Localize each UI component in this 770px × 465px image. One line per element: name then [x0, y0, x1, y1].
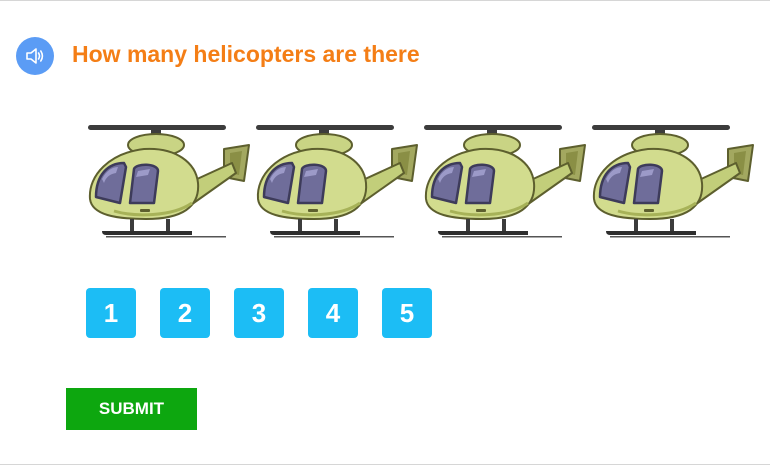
question-text: How many helicopters are there — [72, 41, 420, 67]
option-5-button[interactable]: 5 — [382, 288, 432, 338]
option-1-button[interactable]: 1 — [86, 288, 136, 338]
helicopter-icon — [252, 119, 422, 244]
helicopter-icon — [84, 119, 254, 244]
speaker-button[interactable] — [16, 37, 54, 75]
option-4-button[interactable]: 4 — [308, 288, 358, 338]
helicopter-icon — [588, 119, 758, 244]
speaker-icon — [26, 48, 44, 64]
helicopter-icon — [420, 119, 590, 244]
helicopter-group — [84, 119, 764, 244]
quiz-panel: How many helicopters are there 1 2 3 4 5… — [0, 0, 770, 465]
option-3-button[interactable]: 3 — [234, 288, 284, 338]
submit-button[interactable]: SUBMIT — [66, 388, 197, 430]
option-2-button[interactable]: 2 — [160, 288, 210, 338]
